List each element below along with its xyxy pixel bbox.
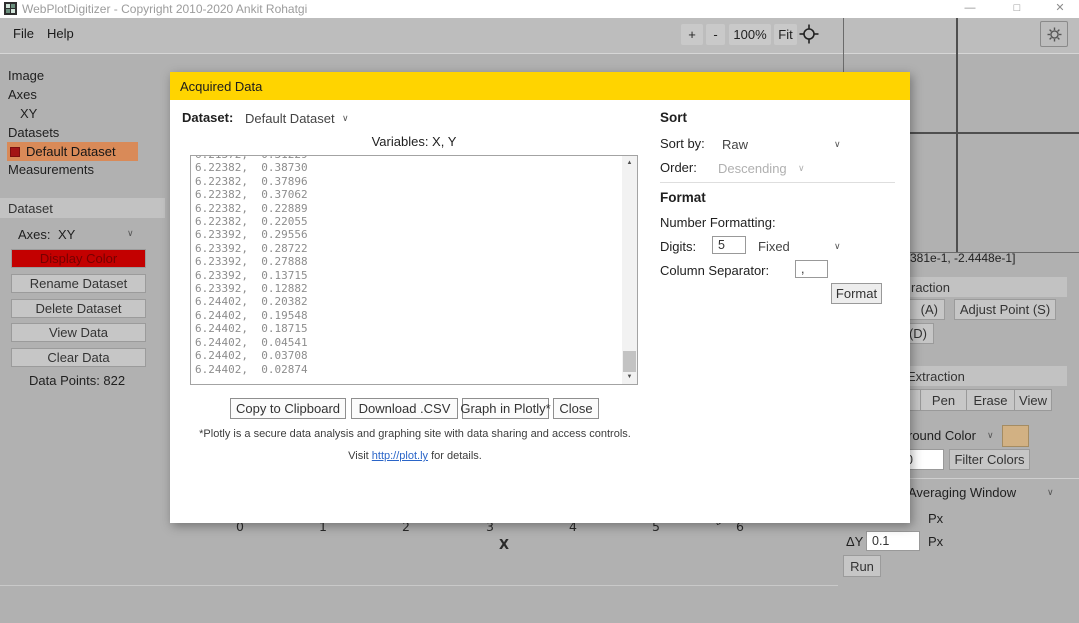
digits-type-chevron-down-icon[interactable]: ∨ [834,241,841,252]
zoom-level-button[interactable]: 100% [729,24,771,45]
window-title: WebPlotDigitizer - Copyright 2010-2020 A… [22,2,307,16]
format-button[interactable]: Format [831,283,882,304]
fit-button[interactable]: Fit [774,24,797,45]
dialog-titlebar[interactable]: Acquired Data [170,72,910,100]
algorithm-chevron-down-icon[interactable]: ∨ [1047,487,1054,498]
variables-label: Variables: X, Y [190,134,638,149]
view-tool-button[interactable]: View [1014,389,1052,411]
axes-chevron-down-icon[interactable]: ∨ [127,228,134,239]
maximize-button[interactable]: □ [1002,0,1032,17]
minimize-button[interactable]: — [955,0,985,17]
adjust-point-button[interactable]: Adjust Point (S) [954,299,1056,320]
clear-data-button[interactable]: Clear Data [11,348,146,367]
cursor-coordinates-readout: 381e-1, -2.4448e-1] [910,251,1015,265]
digits-type-value[interactable]: Fixed [758,239,790,254]
dy-unit-label: Px [928,534,943,549]
order-value: Descending [718,161,787,176]
foreground-color-label[interactable]: round Color [908,428,976,443]
sort-by-chevron-down-icon[interactable]: ∨ [834,139,841,150]
plotly-visit-line: Visit http://plot.ly for details. [170,450,660,462]
magnifier-crosshair-vertical [956,18,958,252]
axes-value[interactable]: XY [58,227,75,242]
sidebar-item-default-dataset[interactable]: Default Dataset [7,142,138,161]
sort-by-value[interactable]: Raw [722,137,748,152]
column-separator-label: Column Separator: [660,263,769,278]
sidebar-item-measurements[interactable]: Measurements [8,162,94,177]
default-dataset-label: Default Dataset [26,144,116,159]
dy-label: ΔY [846,534,863,549]
filter-colors-button[interactable]: Filter Colors [949,449,1030,470]
format-heading: Format [660,190,706,205]
sort-heading: Sort [660,110,687,125]
x-axis-label: X [499,538,509,553]
column-separator-input[interactable]: , [795,260,828,278]
plotly-link[interactable]: http://plot.ly [372,450,428,462]
canvas-divider-line [0,585,838,586]
graph-in-plotly-button[interactable]: Graph in Plotly* [462,398,549,419]
sidebar-item-axes[interactable]: Axes [8,87,37,102]
zoom-out-button[interactable]: - [706,24,725,45]
crosshair-icon[interactable] [799,24,819,49]
data-points-count: Data Points: 822 [29,373,125,388]
axes-label: Axes: [18,227,51,242]
close-button-dialog[interactable]: Close [553,398,599,419]
dx-unit-label: Px [928,511,943,526]
download-csv-button[interactable]: Download .CSV [351,398,458,419]
acquired-data-text: 6.21372, 0.31229 6.22382, 0.38730 6.2238… [192,156,621,376]
sidebar-item-datasets[interactable]: Datasets [8,125,59,140]
dataset-select-chevron-down-icon[interactable]: ∨ [342,113,349,124]
plotly-footnote: *Plotly is a secure data analysis and gr… [170,428,660,440]
foreground-color-swatch[interactable] [1002,425,1029,447]
sort-format-divider [660,182,895,183]
acquired-data-dialog: Acquired Data Dataset: Default Dataset ∨… [170,72,910,523]
dy-input[interactable]: 0.1 [866,531,920,551]
number-formatting-label: Number Formatting: [660,215,776,230]
acquired-data-textarea[interactable]: 6.21372, 0.31229 6.22382, 0.38730 6.2238… [190,155,638,385]
sort-by-label: Sort by: [660,136,705,151]
textarea-scrollbar[interactable]: ▲ ▼ [622,156,637,384]
scroll-up-icon[interactable]: ▲ [622,156,637,170]
order-chevron-down-icon: ∨ [798,163,805,174]
scrollbar-thumb[interactable] [623,351,636,372]
dataset-panel-header: Dataset [0,198,165,218]
close-button[interactable]: ✕ [1045,0,1075,17]
pen-tool-button[interactable]: Pen [920,389,967,411]
webplotdigitizer-app: WebPlotDigitizer - Copyright 2010-2020 A… [0,0,1079,623]
dataset-select-label: Dataset: [182,110,233,125]
run-button[interactable]: Run [843,555,881,577]
zoom-in-button[interactable]: + [681,24,703,45]
scroll-down-icon[interactable]: ▼ [622,370,637,384]
dataset-color-square [10,147,20,157]
digits-label: Digits: [660,239,696,254]
sidebar-item-xy[interactable]: XY [20,106,37,121]
erase-tool-button[interactable]: Erase [966,389,1015,411]
menu-file[interactable]: File [13,26,34,41]
order-label: Order: [660,160,697,175]
copy-to-clipboard-button[interactable]: Copy to Clipboard [230,398,346,419]
app-icon [4,2,17,15]
algorithm-select-value[interactable]: Averaging Window [908,485,1016,500]
delete-dataset-button[interactable]: Delete Dataset [11,299,146,318]
dataset-select-value[interactable]: Default Dataset [245,111,335,126]
color-mode-chevron-down-icon[interactable]: ∨ [987,430,994,441]
digits-input[interactable]: 5 [712,236,746,254]
sidebar-item-image[interactable]: Image [8,68,44,83]
settings-gear-icon[interactable] [1040,21,1068,47]
rename-dataset-button[interactable]: Rename Dataset [11,274,146,293]
display-color-button[interactable]: Display Color [11,249,146,268]
menu-help[interactable]: Help [47,26,74,41]
view-data-button[interactable]: View Data [11,323,146,342]
window-titlebar: WebPlotDigitizer - Copyright 2010-2020 A… [0,0,1079,18]
